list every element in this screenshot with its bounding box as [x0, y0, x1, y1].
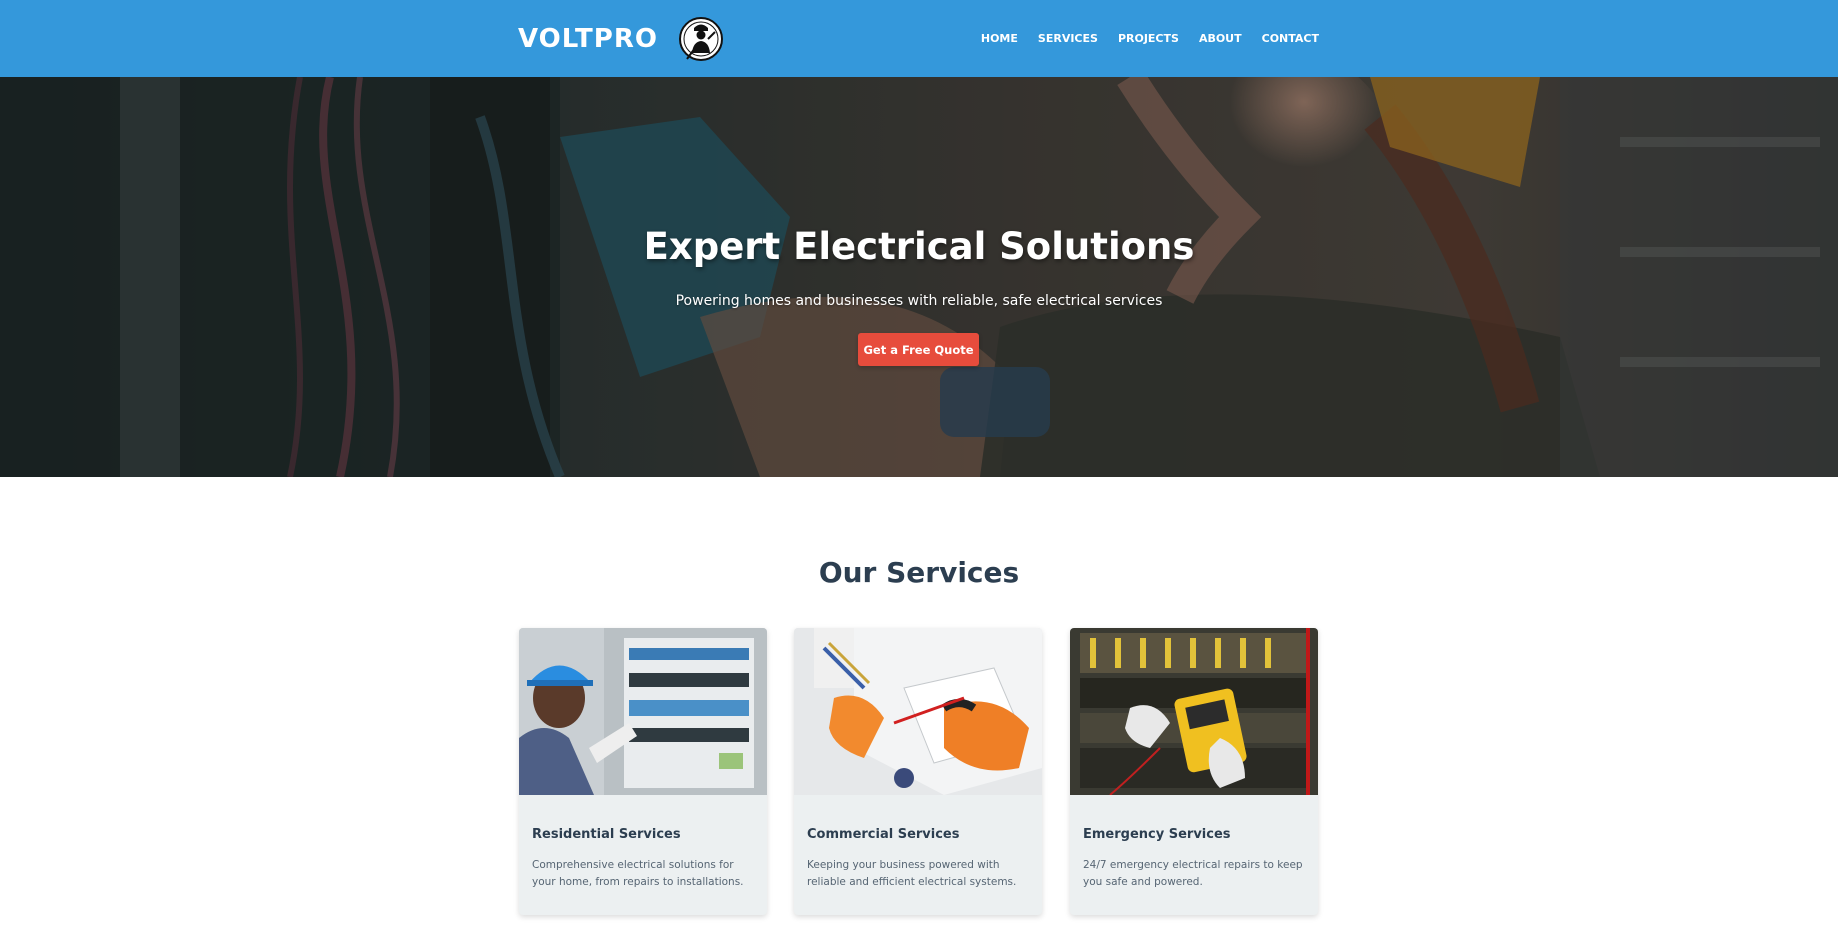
nav-projects[interactable]: PROJECTS: [1118, 32, 1179, 45]
nav-contact[interactable]: CONTACT: [1262, 32, 1319, 45]
services-title: Our Services: [818, 556, 1020, 589]
hero-section: Expert Electrical Solutions Powering hom…: [0, 77, 1838, 477]
nav-home[interactable]: HOME: [981, 32, 1018, 45]
card-title: Emergency Services: [1083, 827, 1231, 842]
emergency-services-image: [1070, 628, 1318, 795]
commercial-services-image: [794, 628, 1042, 795]
service-card-commercial[interactable]: Commercial Services Keeping your busines…: [794, 628, 1042, 915]
card-title: Commercial Services: [807, 827, 960, 842]
header-inner: VOLTPRO HOME SERVICES PROJECTS ABOUT CON…: [518, 0, 1319, 77]
site-header: VOLTPRO HOME SERVICES PROJECTS ABOUT CON…: [0, 0, 1838, 77]
nav-services[interactable]: SERVICES: [1038, 32, 1098, 45]
electrician-logo-icon: [678, 16, 723, 61]
hero-title: Expert Electrical Solutions: [643, 225, 1195, 268]
card-description: Keeping your business powered with relia…: [807, 859, 1017, 888]
main-nav: HOME SERVICES PROJECTS ABOUT CONTACT: [981, 0, 1319, 77]
brand[interactable]: VOLTPRO: [518, 15, 724, 63]
residential-services-image: [519, 628, 767, 795]
get-free-quote-button[interactable]: Get a Free Quote: [858, 333, 979, 366]
service-card-residential[interactable]: Residential Services Comprehensive elect…: [519, 628, 767, 915]
card-title: Residential Services: [532, 827, 681, 842]
card-description: Comprehensive electrical solutions for y…: [532, 859, 744, 888]
brand-name[interactable]: VOLTPRO: [518, 24, 658, 54]
hero-subtitle: Powering homes and businesses with relia…: [675, 293, 1163, 309]
card-description: 24/7 emergency electrical repairs to kee…: [1083, 859, 1303, 888]
nav-about[interactable]: ABOUT: [1199, 32, 1242, 45]
hero-content: Expert Electrical Solutions Powering hom…: [0, 77, 1838, 477]
service-card-emergency[interactable]: Emergency Services 24/7 emergency electr…: [1070, 628, 1318, 915]
